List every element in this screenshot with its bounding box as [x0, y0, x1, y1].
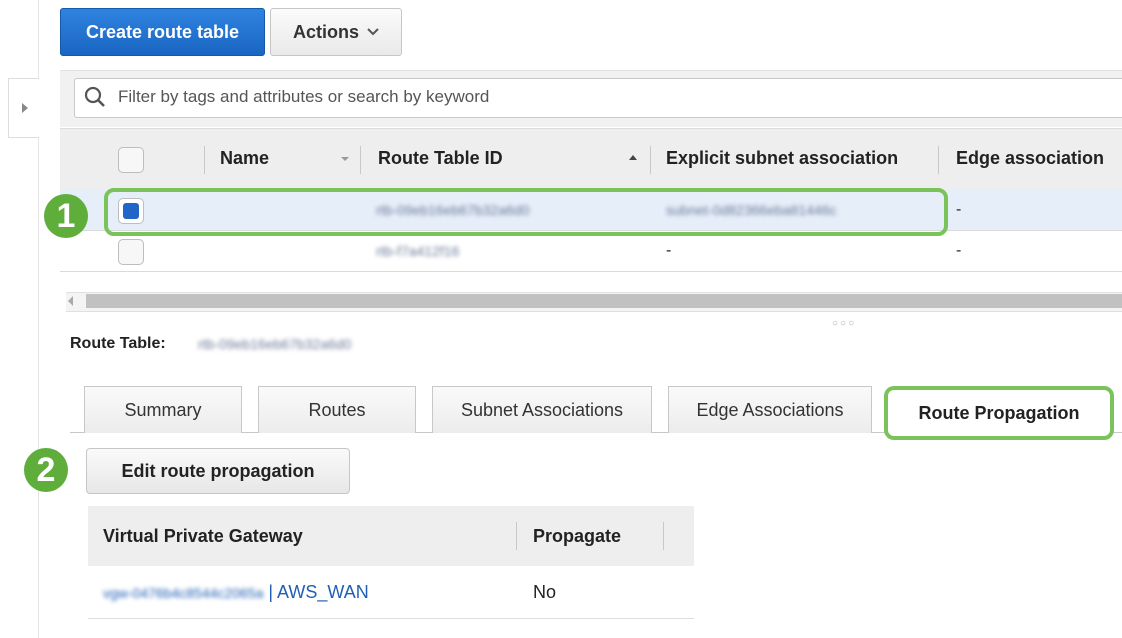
tab-route-propagation-label: Route Propagation: [918, 402, 1080, 423]
sort-up-icon[interactable]: [628, 154, 638, 162]
edge-association-cell: -: [956, 242, 962, 259]
tab-edge-associations-label: Edge Associations: [696, 399, 844, 420]
actions-label: Actions: [292, 21, 359, 42]
select-all-checkbox[interactable]: [118, 147, 144, 173]
column-header-propagate[interactable]: Propagate: [533, 526, 621, 547]
chevron-down-icon: [367, 28, 379, 36]
step1-number: 1: [56, 196, 76, 235]
column-divider: [663, 522, 664, 550]
actions-button[interactable]: Actions: [270, 8, 402, 56]
tab-edge-associations[interactable]: Edge Associations: [668, 386, 872, 433]
expand-sidebar-icon[interactable]: [8, 78, 39, 138]
table-row[interactable]: [60, 231, 1122, 272]
tab-subnet-associations[interactable]: Subnet Associations: [432, 386, 652, 433]
sort-down-icon[interactable]: [340, 155, 350, 163]
column-divider: [204, 146, 205, 174]
tab-summary-label: Summary: [124, 399, 202, 420]
edit-route-propagation-button[interactable]: Edit route propagation: [86, 448, 350, 494]
scrollbar-thumb[interactable]: [86, 294, 1122, 308]
step1-highlight: [104, 188, 948, 236]
scroll-left-icon[interactable]: [68, 296, 73, 306]
column-header-edge-association[interactable]: Edge association: [956, 148, 1122, 169]
create-route-table-button[interactable]: Create route table: [60, 8, 265, 56]
tab-subnet-associations-label: Subnet Associations: [460, 399, 624, 420]
column-divider: [650, 146, 651, 174]
gateway-name[interactable]: AWS_WAN: [277, 582, 369, 602]
column-divider: [516, 522, 517, 550]
propagate-value: No: [533, 582, 557, 602]
step1-badge: 1: [44, 194, 88, 238]
route-table-value: rtb-09eb16eb67b32a6d0: [198, 336, 352, 352]
column-header-route-table-id[interactable]: Route Table ID: [378, 148, 503, 169]
edit-route-propagation-label: Edit route propagation: [121, 460, 315, 481]
gateway-link[interactable]: vgw-0476b4c8544c2065a | AWS_WAN: [103, 582, 369, 603]
step2-number: 2: [36, 450, 56, 489]
filter-placeholder: Filter by tags and attributes or search …: [118, 87, 490, 106]
tab-routes-label: Routes: [308, 399, 366, 420]
row-checkbox[interactable]: [118, 239, 144, 265]
route-table-label: Route Table:: [70, 335, 166, 352]
column-header-name[interactable]: Name: [220, 148, 269, 169]
search-icon: [84, 86, 105, 107]
column-header-virtual-private-gateway[interactable]: Virtual Private Gateway: [103, 526, 303, 547]
resize-grip-icon[interactable]: ○○○: [832, 318, 856, 329]
edge-association-cell: -: [956, 201, 962, 218]
tab-summary[interactable]: Summary: [84, 386, 242, 433]
tab-route-propagation[interactable]: Route Propagation: [884, 386, 1114, 440]
column-divider: [938, 146, 939, 174]
step2-badge: 2: [24, 448, 68, 492]
route-table-id-cell[interactable]: rtb-f7a412f16: [376, 243, 459, 259]
column-divider: [360, 146, 361, 174]
column-header-subnet-association[interactable]: Explicit subnet association: [666, 148, 924, 169]
subnet-association-cell: -: [666, 242, 672, 259]
create-route-table-label: Create route table: [85, 21, 240, 42]
tab-routes[interactable]: Routes: [258, 386, 416, 433]
gateway-id[interactable]: vgw-0476b4c8544c2065a: [103, 585, 263, 601]
gateway-separator: |: [263, 582, 278, 602]
